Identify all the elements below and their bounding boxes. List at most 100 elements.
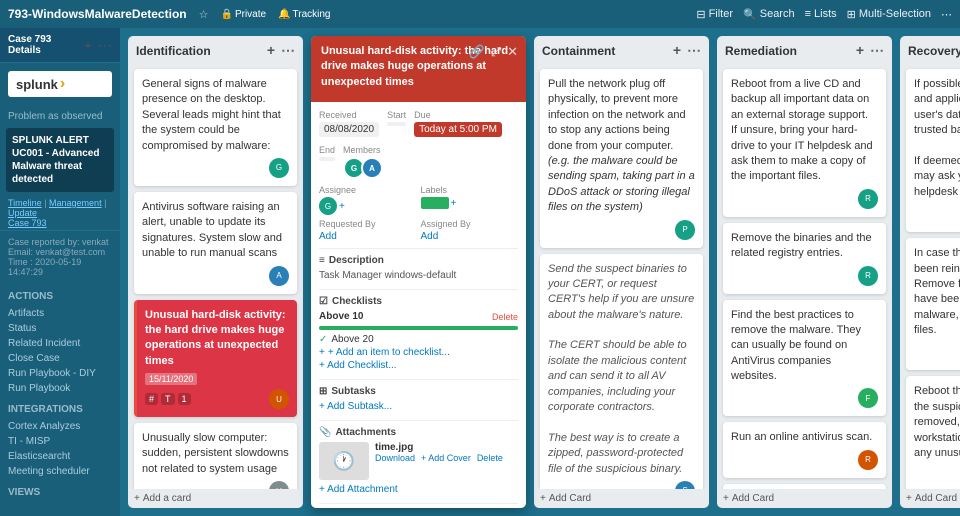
containment-card-2[interactable]: Send the suspect binaries to your CERT, … (540, 254, 703, 489)
remediation-menu-button[interactable]: ⋯ (870, 42, 884, 59)
recovery-card-1[interactable]: If possible reinstall the OS and applica… (906, 69, 960, 232)
identification-add-card[interactable]: + Add a card (128, 489, 303, 508)
action-close-case[interactable]: Close Case (0, 351, 120, 366)
member-avatar-2[interactable]: A (361, 157, 383, 179)
identification-column: Identification + ⋯ General signs of malw… (128, 36, 303, 508)
card-text: Find the best practices to remove the ma… (731, 308, 878, 385)
remediation-card-5[interactable]: Launch a Bart PE-based live CD containin… (723, 484, 886, 489)
checklists-section: ☑ Checklists Above 10 Delete ✓ Above 20 (319, 296, 518, 371)
members-field: Members G A (343, 145, 383, 179)
add-checklist-item[interactable]: + + Add an item to checklist... (319, 347, 518, 358)
lists-button[interactable]: ≡ Lists (805, 8, 837, 20)
containment-add-card[interactable]: + Add Card (534, 489, 709, 508)
action-run-playbook[interactable]: Run Playbook (0, 381, 120, 396)
containment-card-1[interactable]: Pull the network plug off physically, to… (540, 69, 703, 248)
integration-meeting[interactable]: Meeting scheduler (0, 464, 120, 479)
case-link[interactable]: Case 793 (8, 218, 47, 228)
multi-selection-button[interactable]: ⊞ Multi-Selection (847, 8, 931, 21)
divider (319, 248, 518, 249)
avatar: U (269, 481, 289, 489)
identification-add-button[interactable]: + (265, 42, 277, 59)
close-icon[interactable]: ✕ (507, 44, 518, 60)
start-label: Start (387, 110, 406, 120)
link-icon[interactable]: 🔗 (469, 44, 485, 60)
card-footer: R (731, 450, 878, 470)
tracking-label[interactable]: 🔔 Tracking (278, 9, 330, 20)
timeline-link[interactable]: Timeline (8, 198, 42, 208)
lock-icon: 🔒 (220, 9, 232, 20)
integration-elastic[interactable]: Elasticsearcht (0, 449, 120, 464)
identification-card-4[interactable]: Unusually slow computer: sudden, persist… (134, 423, 297, 489)
delete-checklist-button[interactable]: Delete (492, 312, 518, 322)
add-checklist-button[interactable]: + Add Checklist... (319, 360, 518, 371)
remediation-card-3[interactable]: Find the best practices to remove the ma… (723, 300, 886, 417)
case-menu-button[interactable]: ⋯ (98, 37, 112, 54)
avatar: A (269, 266, 289, 286)
start-date[interactable] (387, 122, 406, 126)
identification-cards: General signs of malware presence on the… (128, 65, 303, 489)
add-cover-link[interactable]: + Add Cover (421, 453, 471, 463)
reporter-name: Case reported by: venkat (8, 237, 112, 247)
card-text: Unusually slow computer: sudden, persist… (142, 431, 289, 477)
identification-card-3[interactable]: Unusual hard-disk activity: the hard dri… (134, 300, 297, 418)
card-text: In case the computer has not been reinst… (914, 246, 960, 338)
detail-panel: Unusual hard-disk activity: the hard dri… (311, 36, 526, 508)
remediation-card-4[interactable]: Run an online antivirus scan. R (723, 422, 886, 477)
identification-card-2[interactable]: Antivirus software raising an alert, una… (134, 192, 297, 294)
identification-menu-button[interactable]: ⋯ (281, 42, 295, 59)
action-run-playbook-diy[interactable]: Run Playbook - DIY (0, 366, 120, 381)
more-button[interactable]: ⋯ (941, 8, 952, 21)
containment-add-button[interactable]: + (671, 42, 683, 59)
card-footer: F (731, 388, 878, 408)
add-attachment-button[interactable]: + Add Attachment (319, 484, 518, 495)
identification-card-1[interactable]: General signs of malware presence on the… (134, 69, 297, 186)
description-icon: ≡ (319, 255, 325, 266)
action-artifacts[interactable]: Artifacts (0, 306, 120, 321)
management-link[interactable]: Management (49, 198, 102, 208)
containment-menu-button[interactable]: ⋯ (687, 42, 701, 59)
plus-icon: + (134, 493, 140, 504)
star-icon[interactable]: ☆ (199, 8, 209, 21)
add-label[interactable]: + (451, 198, 457, 209)
checklist-above20-label: Above 20 (331, 334, 373, 345)
action-status[interactable]: Status (0, 321, 120, 336)
alert-title: SPLUNK ALERT UC001 - Advanced Malware th… (12, 134, 108, 186)
received-date[interactable]: 08/08/2020 (319, 122, 379, 137)
filter-button[interactable]: ⊟ Filter (696, 8, 733, 21)
views-section-title: Views (0, 479, 120, 502)
remediation-card-2[interactable]: Remove the binaries and the related regi… (723, 223, 886, 294)
card-footer: S (548, 481, 695, 489)
card-footer: G (142, 158, 289, 178)
integration-cortex[interactable]: Cortex Analyzes (0, 419, 120, 434)
recovery-add-card[interactable]: + Add Card (900, 489, 960, 508)
splunk-logo: splunk › (8, 71, 112, 97)
add-requested[interactable]: Add (319, 231, 337, 242)
expand-icon[interactable]: ⤢ (491, 44, 501, 60)
recovery-card-3[interactable]: Reboot the machine after all the suspici… (906, 376, 960, 489)
recovery-card-2[interactable]: In case the computer has not been reinst… (906, 238, 960, 370)
add-assignee[interactable]: + (339, 201, 345, 212)
search-button[interactable]: 🔍 Search (743, 8, 795, 21)
add-case-button[interactable]: + (82, 37, 94, 54)
download-link[interactable]: Download (375, 453, 415, 463)
integration-misp[interactable]: TI - MISP (0, 434, 120, 449)
add-subtask-button[interactable]: + Add Subtask... (319, 401, 518, 412)
remediation-add-button[interactable]: + (854, 42, 866, 59)
attachment-icon: 📎 (319, 427, 331, 438)
assigned-by-field: Assigned By Add (421, 219, 519, 242)
avatar: U (269, 389, 289, 409)
add-assigned[interactable]: Add (421, 231, 439, 242)
action-related-incident[interactable]: Related Incident (0, 336, 120, 351)
private-label[interactable]: 🔒 Private (220, 9, 266, 20)
divider3 (319, 379, 518, 380)
label-green[interactable] (421, 197, 449, 209)
update-link[interactable]: Update (8, 208, 37, 218)
remediation-card-1[interactable]: Reboot from a live CD and backup all imp… (723, 69, 886, 217)
logo-area: splunk › (0, 63, 120, 105)
due-date[interactable]: Today at 5:00 PM (414, 122, 502, 137)
end-date[interactable] (319, 157, 335, 161)
labels-field: Labels + (421, 185, 519, 215)
card-footer: I (914, 204, 960, 224)
delete-attachment-link[interactable]: Delete (477, 453, 503, 463)
remediation-add-card[interactable]: + Add Card (717, 489, 892, 508)
